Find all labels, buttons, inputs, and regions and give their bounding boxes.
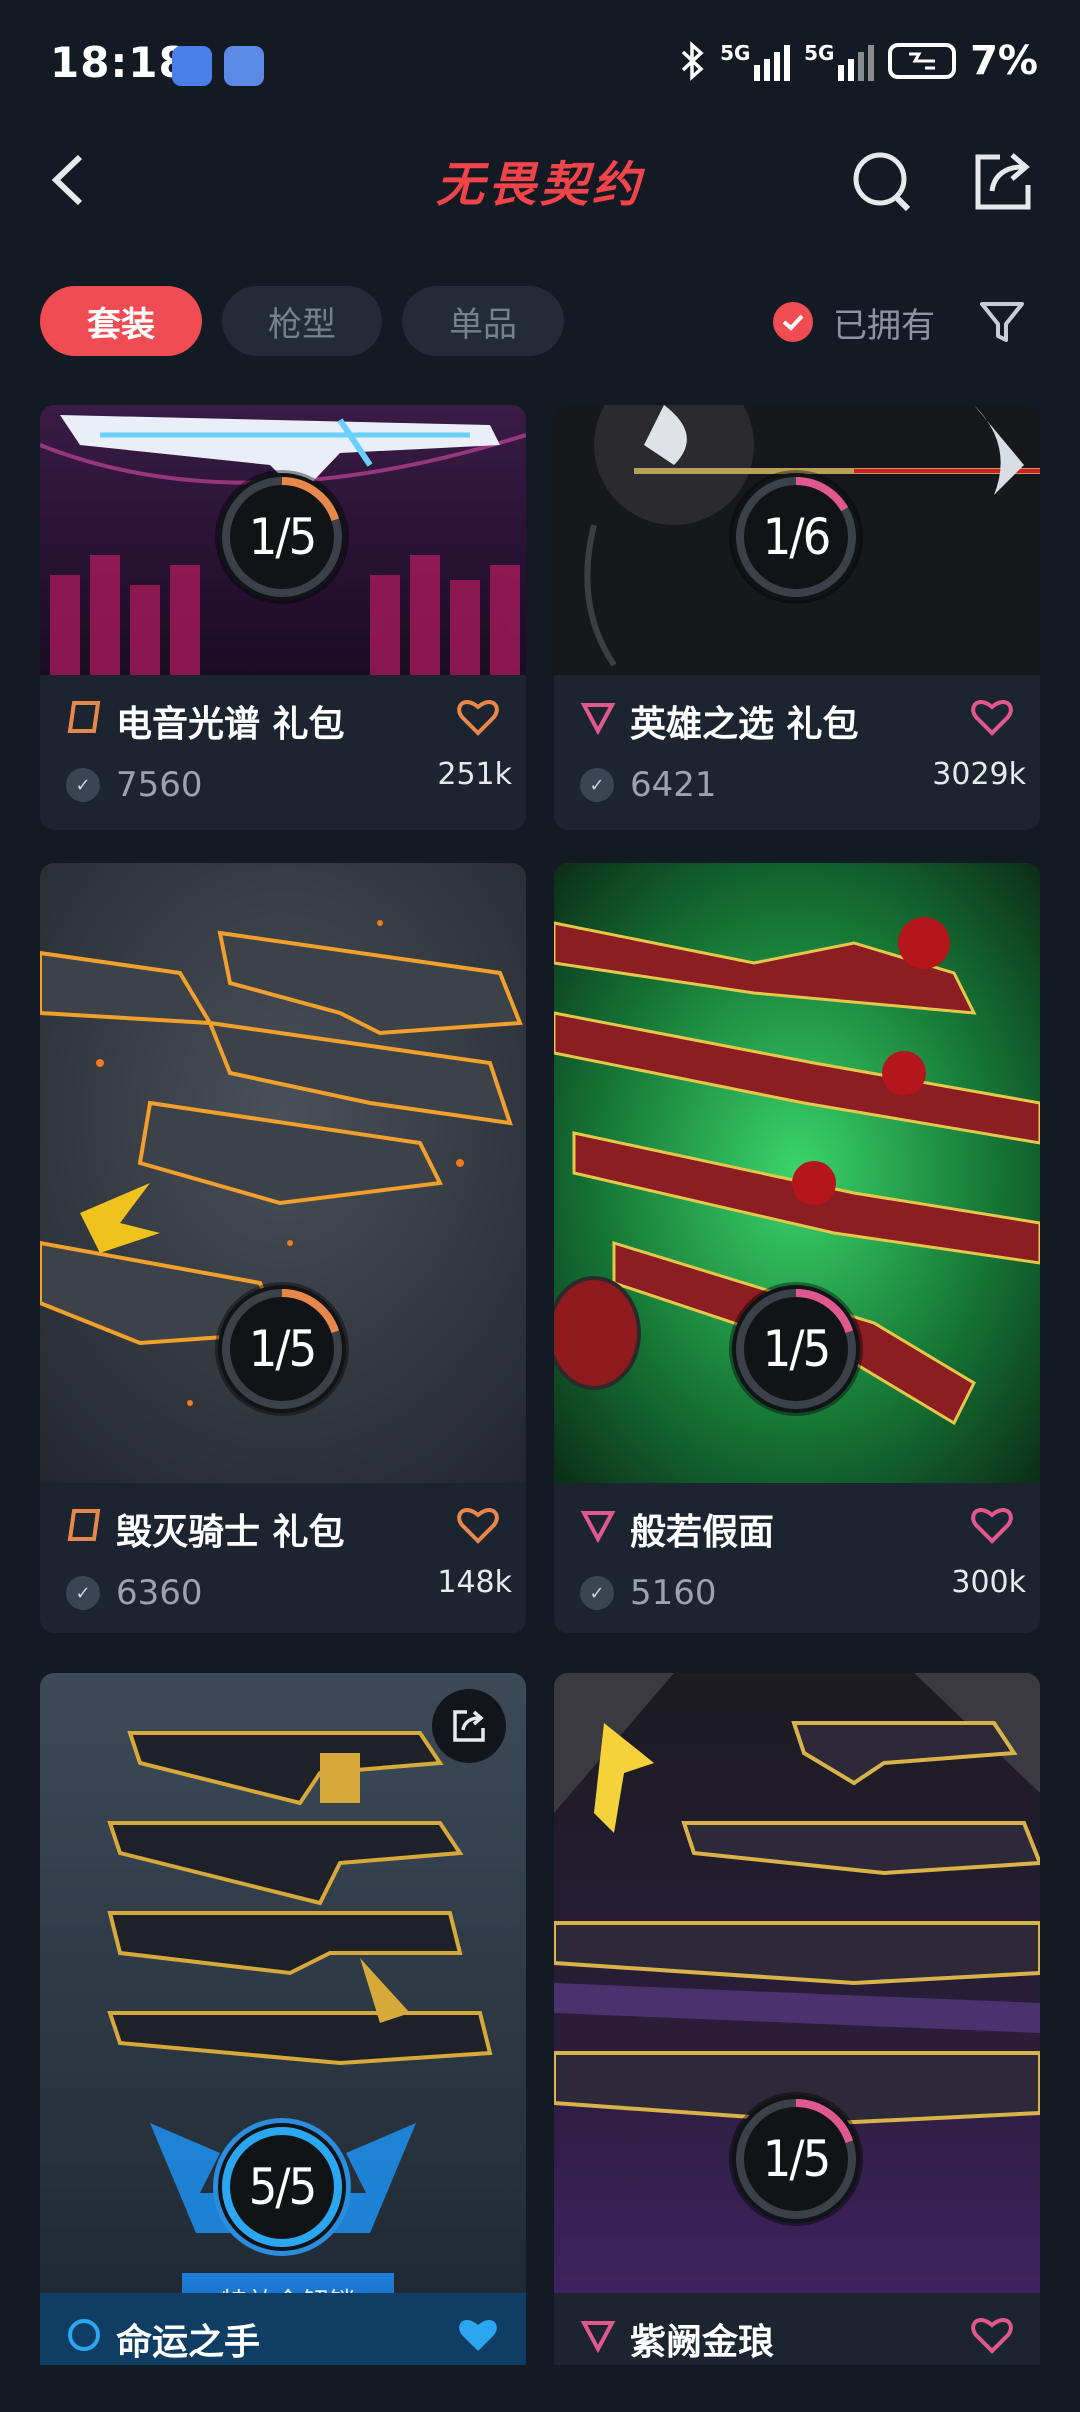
bluetooth-icon — [681, 41, 704, 81]
bundle-name: 电音光谱 礼包 — [116, 704, 345, 745]
like-count: 300k — [951, 1565, 1026, 1600]
filter-bar: 套装 枪型 单品 已拥有 — [0, 280, 1080, 364]
vp-currency-icon: ✓ — [580, 768, 614, 802]
bundle-card[interactable]: 1/5 电音光谱 礼包 ✓ 7560 251k — [40, 405, 526, 830]
app-header: 无畏契约 — [0, 135, 1080, 225]
message-notification-icon — [172, 46, 212, 86]
share-icon[interactable] — [432, 1689, 506, 1763]
status-bar: 18:18 5G 5G 7% — [0, 0, 1080, 135]
tier-exclusive-icon — [580, 2321, 616, 2353]
like-count: 251k — [437, 757, 512, 792]
bundle-card[interactable]: 1/5 毁灭骑士 礼包 ✓ 6360 148k — [40, 863, 526, 1633]
app-notification-icon — [224, 46, 264, 86]
bundle-name: 英雄之选 礼包 — [630, 704, 859, 745]
collection-progress-ring: 1/5 — [218, 473, 346, 601]
tab-single-item[interactable]: 单品 — [402, 286, 564, 356]
tier-premium-icon — [67, 1509, 101, 1541]
bundle-grid: 1/5 电音光谱 礼包 ✓ 7560 251k 1/6 英雄之选 礼包 ✓ 64… — [0, 405, 1080, 2365]
collection-progress-ring: 1/5 — [732, 1285, 860, 1413]
progress-text: 1/5 — [762, 1320, 831, 1378]
like-count: 3029k — [932, 757, 1026, 792]
owned-label: 已拥有 — [833, 305, 935, 346]
signal-1-icon: 5G — [720, 41, 791, 81]
status-time: 18:18 — [50, 38, 189, 87]
progress-text: 1/6 — [762, 508, 831, 566]
bundle-name: 紫阙金琅 — [630, 2322, 775, 2363]
vp-currency-icon: ✓ — [66, 1576, 100, 1610]
tier-exclusive-icon — [580, 703, 616, 735]
network-type-2: 5G — [804, 41, 835, 65]
heart-icon[interactable] — [970, 697, 1014, 737]
heart-icon[interactable] — [456, 2315, 500, 2355]
progress-text: 1/5 — [762, 2130, 831, 2188]
bundle-price: 5160 — [630, 1573, 717, 1613]
collection-progress-ring: 5/5 — [218, 2123, 346, 2251]
collection-progress-ring: 1/6 — [732, 473, 860, 601]
bundle-name: 命运之手 — [116, 2322, 261, 2363]
bundle-card[interactable]: 1/5 般若假面 ✓ 5160 300k — [554, 863, 1040, 1633]
share-icon[interactable] — [970, 145, 1036, 215]
owned-toggle[interactable]: 已拥有 — [773, 280, 935, 364]
collection-progress-ring: 1/5 — [218, 1285, 346, 1413]
battery-level: 7% — [970, 38, 1038, 84]
tab-suit[interactable]: 套装 — [40, 286, 202, 356]
bundle-name: 般若假面 — [630, 1512, 775, 1553]
bundle-price: 7560 — [116, 765, 203, 805]
heart-icon[interactable] — [970, 2315, 1014, 2355]
like-count: 148k — [437, 1565, 512, 1600]
bundle-card[interactable]: 1/5 紫阙金琅 — [554, 1673, 1040, 2365]
tab-gun-type[interactable]: 枪型 — [222, 286, 382, 356]
heart-icon[interactable] — [970, 1505, 1014, 1545]
funnel-icon[interactable] — [976, 296, 1028, 348]
collection-progress-ring: 1/5 — [732, 2095, 860, 2223]
network-type-1: 5G — [720, 41, 751, 65]
vp-currency-icon: ✓ — [66, 768, 100, 802]
bundle-name: 毁灭骑士 礼包 — [116, 1512, 345, 1553]
bundle-price: 6360 — [116, 1573, 203, 1613]
check-icon — [773, 302, 813, 342]
progress-text: 1/5 — [248, 508, 317, 566]
battery-icon — [888, 43, 957, 79]
heart-icon[interactable] — [456, 697, 500, 737]
tier-exclusive-icon — [580, 1511, 616, 1543]
bundle-price: 6421 — [630, 765, 717, 805]
progress-text: 5/5 — [248, 2158, 317, 2216]
page-title: 无畏契约 — [435, 157, 644, 213]
bundle-card[interactable]: 5/5 特效全解锁 命运之手 — [40, 1673, 526, 2365]
signal-2-icon: 5G — [804, 41, 875, 81]
progress-text: 1/5 — [248, 1320, 317, 1378]
tier-ultra-icon — [68, 2319, 100, 2351]
search-icon[interactable] — [850, 145, 916, 215]
heart-icon[interactable] — [456, 1505, 500, 1545]
bundle-card[interactable]: 1/6 英雄之选 礼包 ✓ 6421 3029k — [554, 405, 1040, 830]
vp-currency-icon: ✓ — [580, 1576, 614, 1610]
tier-premium-icon — [67, 701, 101, 733]
